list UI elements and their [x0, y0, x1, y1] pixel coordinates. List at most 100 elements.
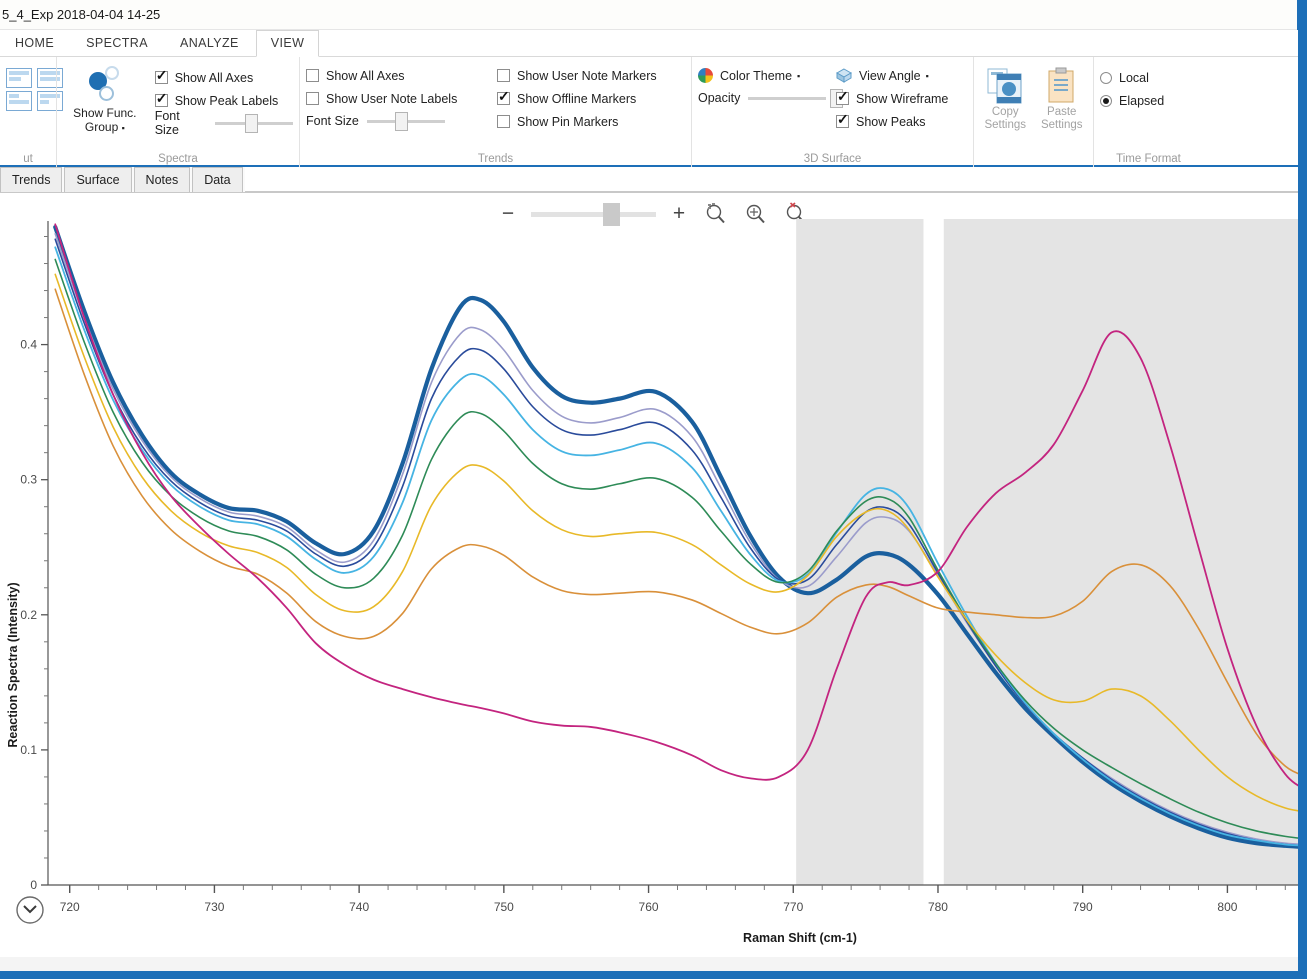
axis-collapse-button[interactable] [17, 897, 43, 923]
show-wireframe-checkbox[interactable] [836, 92, 849, 105]
trends-show-all-axes-checkbox[interactable] [306, 69, 319, 82]
view-angle-dropdown-icon[interactable]: ▪ [926, 71, 929, 81]
view-tab-bar: Trends Surface Notes Data [0, 167, 1307, 193]
color-theme-dropdown-icon[interactable]: ▪ [797, 71, 800, 81]
y-tick-label: 0.1 [20, 743, 37, 757]
copy-settings-line2: Settings [984, 119, 1026, 132]
layout-split-icon[interactable] [6, 91, 32, 111]
spectra-font-size-thumb[interactable] [245, 114, 258, 133]
ribbon-group-layout-label: ut [0, 153, 56, 165]
window-bottom-accent [0, 971, 1307, 979]
trends-show-offline-markers-row[interactable]: Show Offline Markers [497, 87, 657, 110]
trends-show-pin-markers-row[interactable]: Show Pin Markers [497, 110, 657, 133]
paste-settings-button[interactable]: Paste Settings [1037, 67, 1088, 132]
copy-settings-line1: Copy [992, 106, 1019, 119]
show-func-group-dropdown-icon[interactable]: ▪ [122, 123, 125, 133]
paste-settings-line1: Paste [1047, 106, 1076, 119]
view-tab-notes[interactable]: Notes [134, 167, 191, 192]
trends-show-user-note-labels-checkbox[interactable] [306, 92, 319, 105]
view-angle-row[interactable]: View Angle ▪ [836, 64, 948, 87]
x-tick-label: 790 [1073, 900, 1093, 914]
time-format-elapsed-row[interactable]: Elapsed [1100, 89, 1164, 112]
view-tab-surface[interactable]: Surface [64, 167, 131, 192]
copy-settings-button[interactable]: Copy Settings [980, 67, 1031, 132]
trends-font-size-slider[interactable] [367, 120, 445, 123]
ribbon-group-time-format: Local Elapsed Time Format [1093, 57, 1203, 167]
view-tab-trends[interactable]: Trends [0, 167, 62, 192]
y-tick-label: 0.2 [20, 608, 37, 622]
copy-settings-icon [985, 67, 1025, 105]
ribbon-group-time-format-label: Time Format [1094, 153, 1203, 165]
x-tick-label: 720 [60, 900, 80, 914]
x-axis-title: Raman Shift (cm-1) [743, 931, 857, 945]
x-tick-label: 750 [494, 900, 514, 914]
x-tick-label: 770 [783, 900, 803, 914]
shaded-region-1 [796, 219, 923, 885]
trends-show-offline-markers-checkbox[interactable] [497, 92, 510, 105]
window-right-accent [1298, 0, 1307, 979]
x-tick-label: 740 [349, 900, 369, 914]
paste-settings-line2: Settings [1041, 119, 1083, 132]
trends-show-user-note-markers-checkbox[interactable] [497, 69, 510, 82]
y-axis-title: Reaction Spectra (Intensity) [6, 582, 20, 747]
view-tab-data[interactable]: Data [192, 167, 242, 192]
show-func-group-line2: Group [85, 120, 118, 134]
trends-show-pin-markers-label: Show Pin Markers [517, 115, 618, 129]
show-func-group-button[interactable]: Show Func. Group ▪ [63, 64, 147, 135]
show-func-group-line1: Show Func. [73, 106, 136, 120]
ribbon-group-3d-surface-label: 3D Surface [692, 153, 973, 165]
time-format-elapsed-radio[interactable] [1100, 95, 1112, 107]
spectra-font-size-slider[interactable] [215, 122, 293, 125]
chart-panel[interactable]: 00.10.20.30.4720730740750760770780790800… [0, 205, 1307, 979]
view-angle-label: View Angle [859, 69, 921, 83]
color-theme-icon [698, 68, 713, 83]
time-format-local-label: Local [1119, 71, 1149, 85]
ribbon-group-layout: ut [0, 57, 56, 167]
spectra-show-all-axes-row[interactable]: Show All Axes [155, 66, 293, 89]
view-angle-icon [836, 68, 852, 83]
ribbon-group-trends-label: Trends [300, 153, 691, 165]
window-title-bar: 5_4_Exp 2018-04-04 14-25 [0, 0, 1307, 30]
time-format-local-row[interactable]: Local [1100, 66, 1149, 89]
ribbon-tab-analyze[interactable]: ANALYZE [165, 30, 254, 56]
layout-single-icon[interactable] [6, 68, 32, 88]
x-tick-label: 800 [1217, 900, 1237, 914]
trends-show-user-note-markers-label: Show User Note Markers [517, 69, 657, 83]
spectra-line-chart[interactable]: 00.10.20.30.4720730740750760770780790800… [0, 205, 1307, 979]
color-theme-row[interactable]: Color Theme ▪ [698, 64, 826, 87]
molecule-icon [83, 64, 127, 104]
time-format-elapsed-label: Elapsed [1119, 94, 1164, 108]
show-wireframe-row[interactable]: Show Wireframe [836, 87, 948, 110]
view-tab-filler [245, 167, 1307, 192]
trends-show-user-note-labels-row[interactable]: Show User Note Labels [306, 87, 491, 110]
x-tick-label: 780 [928, 900, 948, 914]
y-tick-label: 0.4 [20, 338, 37, 352]
show-peaks-label: Show Peaks [856, 115, 925, 129]
spectra-show-peak-labels-checkbox[interactable] [155, 94, 168, 107]
ribbon-group-clipboard: Copy Settings Paste Settings [973, 57, 1093, 167]
opacity-row[interactable]: Opacity [698, 87, 826, 109]
opacity-label: Opacity [698, 91, 740, 105]
spectra-show-peak-labels-label: Show Peak Labels [175, 94, 279, 108]
y-tick-label: 0.3 [20, 473, 37, 487]
trends-show-user-note-markers-row[interactable]: Show User Note Markers [497, 64, 657, 87]
shaded-region-2 [944, 219, 1307, 885]
trends-font-size-row[interactable]: Font Size [306, 110, 491, 132]
spectra-show-all-axes-checkbox[interactable] [155, 71, 168, 84]
trends-font-size-label: Font Size [306, 114, 359, 128]
spectra-font-size-label: Font Size [155, 109, 208, 137]
trends-font-size-thumb[interactable] [395, 112, 408, 131]
time-format-local-radio[interactable] [1100, 72, 1112, 84]
ribbon-tab-home[interactable]: HOME [0, 30, 69, 56]
trends-show-all-axes-row[interactable]: Show All Axes [306, 64, 491, 87]
trends-show-user-note-labels-label: Show User Note Labels [326, 92, 457, 106]
trends-show-pin-markers-checkbox[interactable] [497, 115, 510, 128]
ribbon-tab-view[interactable]: VIEW [256, 30, 320, 57]
x-tick-label: 730 [204, 900, 224, 914]
ribbon-tab-spectra[interactable]: SPECTRA [71, 30, 163, 56]
color-theme-label: Color Theme [720, 69, 792, 83]
spectra-font-size-row[interactable]: Font Size [155, 112, 293, 134]
show-peaks-row[interactable]: Show Peaks [836, 110, 948, 133]
opacity-slider[interactable] [748, 97, 826, 100]
show-peaks-checkbox[interactable] [836, 115, 849, 128]
